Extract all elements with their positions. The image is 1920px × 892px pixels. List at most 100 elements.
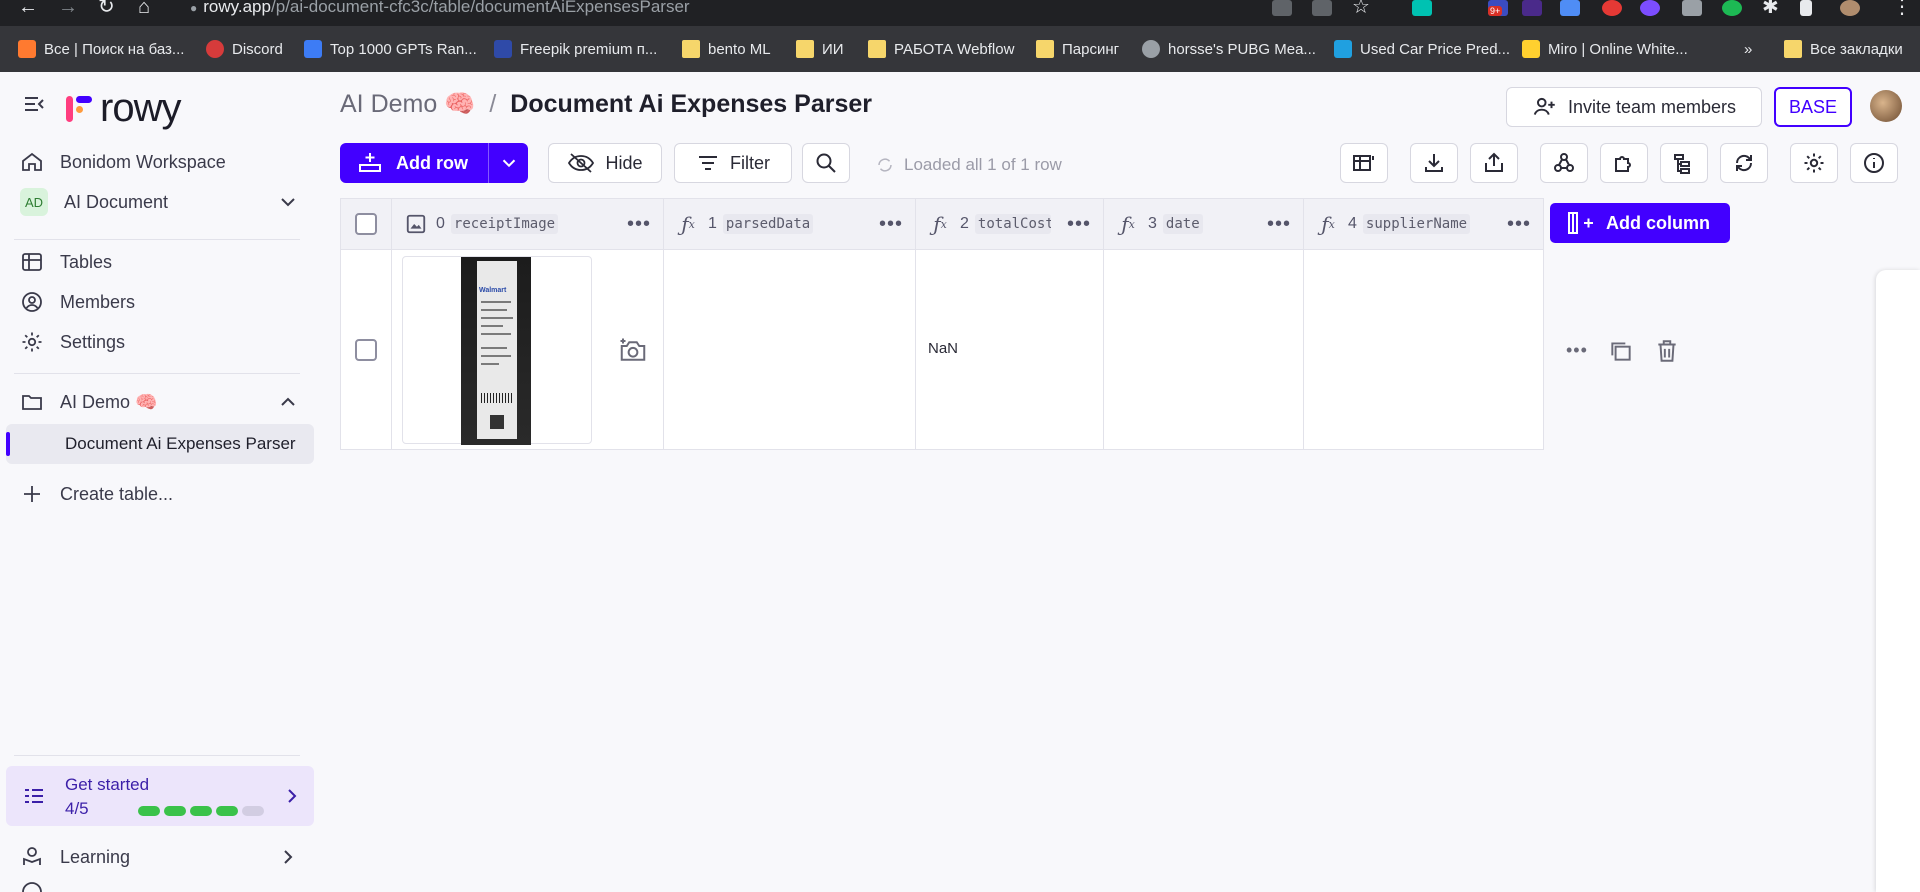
breadcrumb-parent[interactable]: AI Demo 🧠 [340,90,475,119]
cloud-logs-button[interactable] [1660,143,1708,183]
table-view-button[interactable] [1340,143,1388,183]
select-all-checkbox[interactable] [355,213,377,235]
cell-supplierName[interactable] [1304,250,1544,450]
sidebar-item-tables[interactable]: Tables [20,247,112,277]
column-header-supplierName[interactable]: ƒx 4 supplierName ••• [1304,198,1544,250]
chevron-right-icon [284,850,293,864]
sidebar-workspace[interactable]: Bonidom Workspace [20,147,226,177]
extension-green-icon[interactable] [1722,0,1742,16]
import-button[interactable] [1410,143,1458,183]
sidebar-item-settings[interactable]: Settings [20,327,125,357]
hide-columns-button[interactable]: Hide [548,143,662,183]
add-photo-icon[interactable] [618,336,648,366]
bookmark-folder[interactable]: РАБОТА Webflow [868,39,1014,59]
cell-parsedData[interactable] [664,250,916,450]
kaggle-icon [1334,40,1352,58]
reload-icon[interactable]: ↻ [98,0,115,17]
bookmark-item[interactable]: horsse's PUBG Mea... [1142,39,1316,59]
profile-avatar-icon[interactable] [1840,0,1860,16]
refresh-button[interactable] [1720,143,1768,183]
rowy-logo[interactable]: rowy [64,86,181,131]
bookmark-folder[interactable]: ИИ [796,39,844,59]
add-row-dropdown[interactable] [488,143,528,183]
bookmark-item[interactable]: Discord [206,39,283,59]
back-icon[interactable]: ← [18,0,38,17]
extension-fs-icon[interactable] [1522,0,1542,16]
bookmark-item[interactable]: Freepik premium п... [494,39,657,59]
sidebar-item-members[interactable]: Members [20,287,135,317]
search-button[interactable] [802,143,850,183]
row-menu-icon[interactable]: ••• [1566,340,1588,361]
bookmark-item[interactable]: Top 1000 GPTs Ran... [304,39,477,59]
receipt-line [481,333,511,335]
address-bar[interactable]: ● rowy.app/p/ai-document-cfc3c/table/docu… [190,0,690,18]
column-index: 4 [1348,215,1357,232]
table-info-button[interactable] [1850,143,1898,183]
extension-blue-icon[interactable] [1560,0,1580,16]
column-menu-icon[interactable]: ••• [1067,213,1091,236]
add-row-button[interactable]: Add row [340,143,528,183]
cell-date[interactable] [1104,250,1304,450]
extension-badge-icon[interactable]: 9+ [1488,0,1508,16]
sidebar-collapse-button[interactable] [22,89,46,119]
share-icon[interactable] [1312,0,1332,16]
bookmark-folder[interactable]: Парсинг [1036,39,1119,59]
bookmarks-overflow-button[interactable]: » [1744,39,1752,59]
bookmark-folder[interactable]: bento ML [682,39,771,59]
sidebar-item-label: Learning [60,846,131,867]
user-avatar[interactable] [1870,90,1902,122]
get-started-progress-text: 4/5 [65,799,89,818]
webhooks-button[interactable] [1540,143,1588,183]
get-started-card[interactable]: Get started 4/5 [6,766,314,826]
cell-totalCost[interactable]: NaN [916,250,1104,450]
plan-badge-button[interactable]: BASE [1774,87,1852,127]
add-row-main[interactable]: Add row [340,143,488,183]
create-table-button[interactable]: Create table... [20,479,173,509]
bookmark-star-icon[interactable]: ☆ [1352,0,1370,17]
bookmark-item[interactable]: Used Car Price Pred... [1334,39,1510,59]
browser-menu-icon[interactable]: ⋮ [1892,0,1912,17]
sidebar-folder-ai-demo[interactable]: AI Demo 🧠 [20,387,300,417]
invite-team-button[interactable]: Invite team members [1506,87,1762,127]
side-drawer-edge[interactable] [1876,270,1920,892]
table-settings-button[interactable] [1790,143,1838,183]
row-checkbox[interactable] [355,338,377,361]
export-button[interactable] [1470,143,1518,183]
refresh-icon [1735,154,1753,172]
translate-icon[interactable] [1272,0,1292,16]
sidebar-item-community[interactable] [20,882,300,892]
column-header-receiptImage[interactable]: 0 receiptImage ••• [392,198,664,250]
sidebar-item-learning[interactable]: Learning [20,842,300,872]
sidebar-item-active-table[interactable]: Document Ai Expenses Parser [6,424,314,464]
image-thumbnail-frame[interactable]: Walmart [402,256,592,445]
sidebar-project-selector[interactable]: AD AI Document [20,187,300,217]
column-menu-icon[interactable]: ••• [1507,213,1531,236]
bookmark-item[interactable]: Miro | Online White... [1522,39,1688,59]
forward-icon[interactable]: → [58,0,78,17]
column-menu-icon[interactable]: ••• [1267,213,1291,236]
bookmark-item[interactable]: Все | Поиск на баз... [18,39,184,59]
filter-button[interactable]: Filter [674,143,792,183]
column-header-parsedData[interactable]: ƒx 1 parsedData ••• [664,198,916,250]
receipt-thumbnail: Walmart [461,257,531,445]
extensions-button[interactable] [1600,143,1648,183]
folder-icon [796,40,814,58]
home-icon[interactable]: ⌂ [138,0,150,17]
extension-square-icon[interactable] [1682,0,1702,16]
pokeball-icon[interactable] [1602,0,1622,16]
all-bookmarks-folder[interactable]: Все закладки [1784,39,1903,59]
column-menu-icon[interactable]: ••• [879,213,903,236]
column-key: receiptImage [450,214,559,234]
column-header-totalCost[interactable]: ƒx 2 totalCost ••• [916,198,1104,250]
delete-row-icon[interactable] [1654,338,1680,364]
column-menu-icon[interactable]: ••• [627,213,651,236]
extension-teal-icon[interactable] [1412,0,1432,16]
column-header-date[interactable]: ƒx 3 date ••• [1104,198,1304,250]
cell-receiptImage[interactable]: Walmart [392,250,664,450]
add-column-button[interactable]: Add column [1550,203,1730,243]
extension-ring-icon[interactable] [1640,0,1660,16]
extensions-puzzle-icon[interactable]: ✱ [1762,0,1779,17]
side-panel-icon[interactable] [1800,0,1812,16]
column-index: 2 [960,215,969,232]
duplicate-row-icon[interactable] [1608,338,1634,364]
